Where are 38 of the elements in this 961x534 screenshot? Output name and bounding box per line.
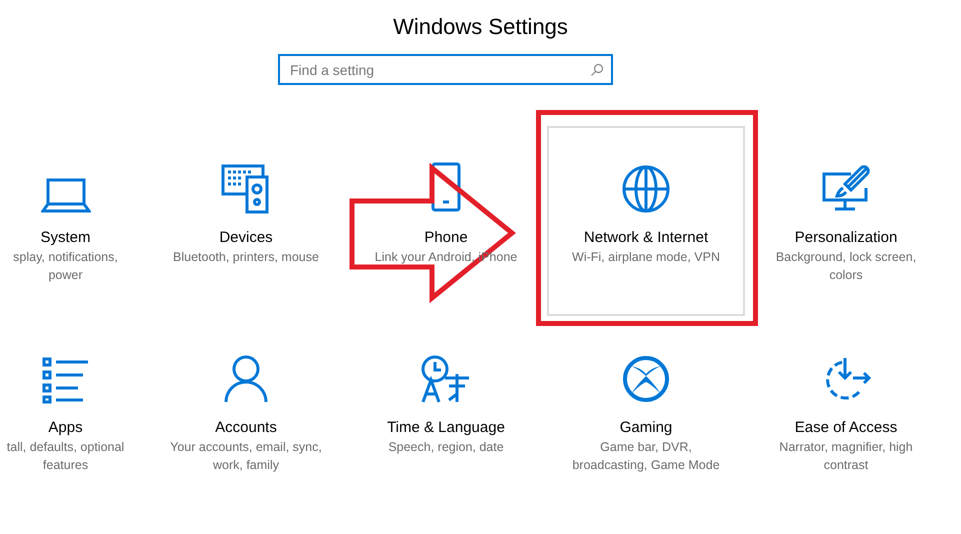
tile-description: splay, notifications, power xyxy=(12,249,119,284)
search-icon xyxy=(590,63,604,77)
search-field[interactable]: Find a setting xyxy=(278,54,613,85)
settings-tile[interactable]: Personalization Background, lock screen, colors xyxy=(747,126,945,316)
tile-description: Background, lock screen, colors xyxy=(774,249,918,284)
tile-description: Wi-Fi, airplane mode, VPN xyxy=(571,249,721,266)
phone-icon xyxy=(431,162,461,214)
tile-description: Narrator, magnifier, high contrast xyxy=(778,439,914,474)
settings-tile[interactable]: Devices Bluetooth, printers, mouse xyxy=(147,126,345,316)
keyboard-speaker-icon xyxy=(221,164,271,214)
tile-title: Phone xyxy=(424,228,468,248)
tile-description: Speech, region, date xyxy=(387,439,505,456)
window-title: Windows Settings xyxy=(392,13,569,41)
xbox-logo-icon xyxy=(621,354,671,404)
tile-title: Accounts xyxy=(215,418,277,438)
settings-tile[interactable]: Ease of Access Narrator, magnifier, high contrast xyxy=(747,316,945,506)
globe-icon xyxy=(621,164,671,214)
tile-description: Game bar, DVR, broadcasting, Game Mode xyxy=(571,439,721,474)
settings-tile[interactable]: Accounts Your accounts, email, sync, work, family xyxy=(147,316,345,506)
tile-title: Network & Internet xyxy=(584,228,708,248)
tile-title: Time & Language xyxy=(387,418,505,438)
settings-tile[interactable]: System splay, notifications, power xyxy=(1,126,145,316)
tile-title: Devices xyxy=(219,228,273,248)
tile-description: tall, defaults, optional features xyxy=(6,439,126,474)
tile-title: Ease of Access xyxy=(794,418,898,438)
settings-tile[interactable]: Network & Internet Wi-Fi, airplane mode, VPN xyxy=(547,126,745,316)
settings-tile[interactable]: Time & Language Speech, region, date xyxy=(347,316,545,506)
list-icon xyxy=(40,356,90,404)
settings-tile[interactable]: Apps tall, defaults, optional features xyxy=(1,316,145,506)
tile-description: Your accounts, email, sync, work, family xyxy=(169,439,323,474)
settings-tile[interactable]: Gaming Game bar, DVR, broadcasting, Game Mode xyxy=(547,316,745,506)
tile-title: Gaming xyxy=(620,418,672,438)
person-icon xyxy=(223,354,269,404)
tile-title: Personalization xyxy=(794,228,898,248)
tile-description: Bluetooth, printers, mouse xyxy=(172,249,320,266)
tile-title: Apps xyxy=(48,418,83,438)
laptop-icon xyxy=(40,178,90,214)
tile-title: System xyxy=(40,228,90,248)
